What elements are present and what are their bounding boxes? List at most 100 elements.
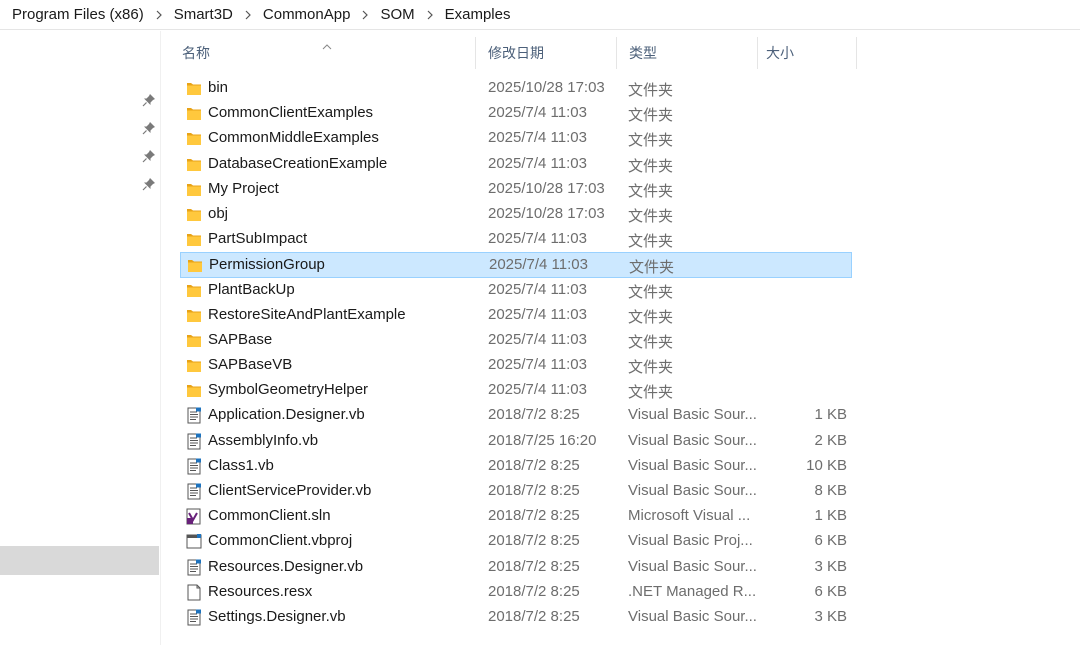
file-date: 2025/7/4 11:03: [488, 330, 587, 348]
file-name: bin: [208, 79, 229, 96]
file-name: PartSubImpact: [208, 230, 308, 248]
file-row[interactable]: PermissionGroup 2025/7/4 11:03 文件夹: [180, 252, 852, 278]
file-date: 2018/7/25 16:20: [488, 431, 597, 449]
file-date: 2018/7/2 8:25: [488, 532, 580, 550]
file-size: 3 KB: [814, 607, 847, 625]
file-row[interactable]: PlantBackUp 2025/7/4 11:03 文件夹: [180, 278, 852, 303]
file-date: 2025/10/28 17:03: [488, 204, 605, 222]
file-size: 3 KB: [814, 557, 847, 575]
file-type: 文件夹: [628, 308, 674, 326]
chevron-right-icon[interactable]: [146, 10, 172, 20]
folder-icon: [186, 181, 202, 198]
file-date: 2018/7/2 8:25: [488, 507, 580, 525]
nav-selected-item[interactable]: [0, 546, 159, 575]
chevron-right-icon[interactable]: [352, 10, 378, 20]
file-date: 2025/7/4 11:03: [488, 381, 587, 399]
breadcrumb-program-files[interactable]: Program Files (x86): [10, 6, 146, 23]
file-date: 2018/7/2 8:25: [488, 406, 580, 424]
file-row[interactable]: Resources.Designer.vb 2018/7/2 8:25 Visual…: [180, 555, 852, 580]
file-size: 10 KB: [806, 456, 847, 474]
file-name: CommonClientExamples: [208, 104, 374, 122]
file-type: Visual Basic Sour...: [628, 607, 757, 625]
pin-icon[interactable]: [142, 93, 156, 107]
vb-file-icon: [186, 433, 202, 450]
resx-file-icon: [186, 584, 202, 601]
file-size: 8 KB: [814, 482, 847, 499]
file-type: 文件夹: [629, 259, 675, 277]
file-type: 文件夹: [628, 82, 674, 99]
chevron-right-icon[interactable]: [417, 10, 443, 20]
file-name: Application.Designer.vb: [208, 406, 365, 424]
file-date: 2025/7/4 11:03: [488, 230, 587, 248]
file-row[interactable]: Settings.Designer.vb 2018/7/2 8:25 Visual …: [180, 605, 852, 630]
file-name: ClientServiceProvider.vb: [208, 482, 372, 499]
file-type: Visual Basic Sour...: [628, 431, 757, 449]
file-row[interactable]: Class1.vb 2018/7/2 8:25 Visual Basic Sour.…: [180, 454, 852, 479]
file-row[interactable]: SAPBaseVB 2025/7/4 11:03 文件夹: [180, 353, 852, 378]
file-type: Visual Basic Sour...: [628, 482, 757, 499]
column-header-name[interactable]: 名称: [170, 37, 475, 69]
folder-icon: [186, 332, 202, 349]
file-name: PermissionGroup: [209, 256, 325, 274]
file-row[interactable]: CommonClient.sln 2018/7/2 8:25 Microsoft V…: [180, 504, 852, 529]
file-name: DatabaseCreationExample: [208, 154, 388, 172]
folder-icon: [186, 231, 202, 248]
folder-icon: [186, 282, 202, 299]
vb-file-icon: [186, 559, 202, 576]
file-type: 文件夹: [628, 107, 674, 125]
pane-divider[interactable]: [160, 31, 161, 645]
column-divider[interactable]: [856, 37, 857, 69]
file-row[interactable]: SAPBase 2025/7/4 11:03 文件夹: [180, 328, 852, 353]
file-size: 6 KB: [814, 532, 847, 550]
pin-icon[interactable]: [142, 149, 156, 163]
pin-icon[interactable]: [142, 121, 156, 135]
column-header-type[interactable]: 类型: [617, 37, 757, 69]
file-date: 2025/10/28 17:03: [488, 79, 605, 96]
column-header-date[interactable]: 修改日期: [476, 37, 616, 69]
breadcrumb-examples[interactable]: Examples: [443, 6, 513, 23]
folder-icon: [186, 206, 202, 223]
file-date: 2025/7/4 11:03: [489, 256, 588, 274]
folder-icon: [186, 156, 202, 173]
file-row[interactable]: CommonClient.vbproj 2018/7/2 8:25 Visual B…: [180, 529, 852, 554]
file-row[interactable]: obj 2025/10/28 17:03 文件夹: [180, 202, 852, 227]
file-date: 2018/7/2 8:25: [488, 456, 580, 474]
folder-icon: [187, 257, 203, 274]
file-size: 1 KB: [814, 406, 847, 424]
file-date: 2018/7/2 8:25: [488, 607, 580, 625]
breadcrumb-smart3d[interactable]: Smart3D: [172, 6, 235, 23]
folder-icon: [186, 307, 202, 324]
file-type: 文件夹: [628, 233, 674, 251]
breadcrumb-som[interactable]: SOM: [378, 6, 416, 23]
file-date: 2025/10/28 17:03: [488, 179, 605, 197]
file-type: .NET Managed R...: [628, 582, 757, 600]
file-row[interactable]: AssemblyInfo.vb 2018/7/25 16:20 Visual Bas…: [180, 429, 852, 454]
file-row[interactable]: PartSubImpact 2025/7/4 11:03 文件夹: [180, 227, 852, 252]
chevron-right-icon[interactable]: [235, 10, 261, 20]
file-row[interactable]: CommonMiddleExamples 2025/7/4 11:03 文件夹: [180, 126, 852, 151]
file-row[interactable]: My Project 2025/10/28 17:03 文件夹: [180, 177, 852, 202]
file-type: 文件夹: [628, 333, 674, 351]
file-date: 2025/7/4 11:03: [488, 129, 587, 147]
file-row[interactable]: bin 2025/10/28 17:03 文件夹: [180, 76, 852, 101]
pin-icon[interactable]: [142, 177, 156, 191]
file-row[interactable]: Resources.resx 2018/7/2 8:25 .NET Managed …: [180, 580, 852, 605]
file-name: Resources.Designer.vb: [208, 557, 364, 575]
breadcrumb-commonapp[interactable]: CommonApp: [261, 6, 353, 23]
vb-file-icon: [186, 458, 202, 475]
file-row[interactable]: SymbolGeometryHelper 2025/7/4 11:03 文件夹: [180, 378, 852, 403]
breadcrumb: Program Files (x86) Smart3D CommonApp SO…: [0, 0, 1080, 30]
file-type: Microsoft Visual ...: [628, 507, 751, 525]
file-row[interactable]: ClientServiceProvider.vb 2018/7/2 8:25 Vis…: [180, 479, 852, 504]
file-row[interactable]: Application.Designer.vb 2018/7/2 8:25 Visu…: [180, 403, 852, 428]
folder-icon: [186, 105, 202, 122]
file-name: RestoreSiteAndPlantExample: [208, 305, 406, 323]
file-type: 文件夹: [628, 384, 674, 402]
file-name: SymbolGeometryHelper: [208, 381, 369, 399]
column-header-size[interactable]: 大小: [758, 37, 856, 69]
file-row[interactable]: DatabaseCreationExample 2025/7/4 11:03 文件夹: [180, 152, 852, 177]
file-row[interactable]: RestoreSiteAndPlantExample 2025/7/4 11:03…: [180, 303, 852, 328]
file-row[interactable]: CommonClientExamples 2025/7/4 11:03 文件夹: [180, 101, 852, 126]
file-type: Visual Basic Sour...: [628, 456, 757, 474]
file-name: SAPBaseVB: [208, 356, 293, 374]
